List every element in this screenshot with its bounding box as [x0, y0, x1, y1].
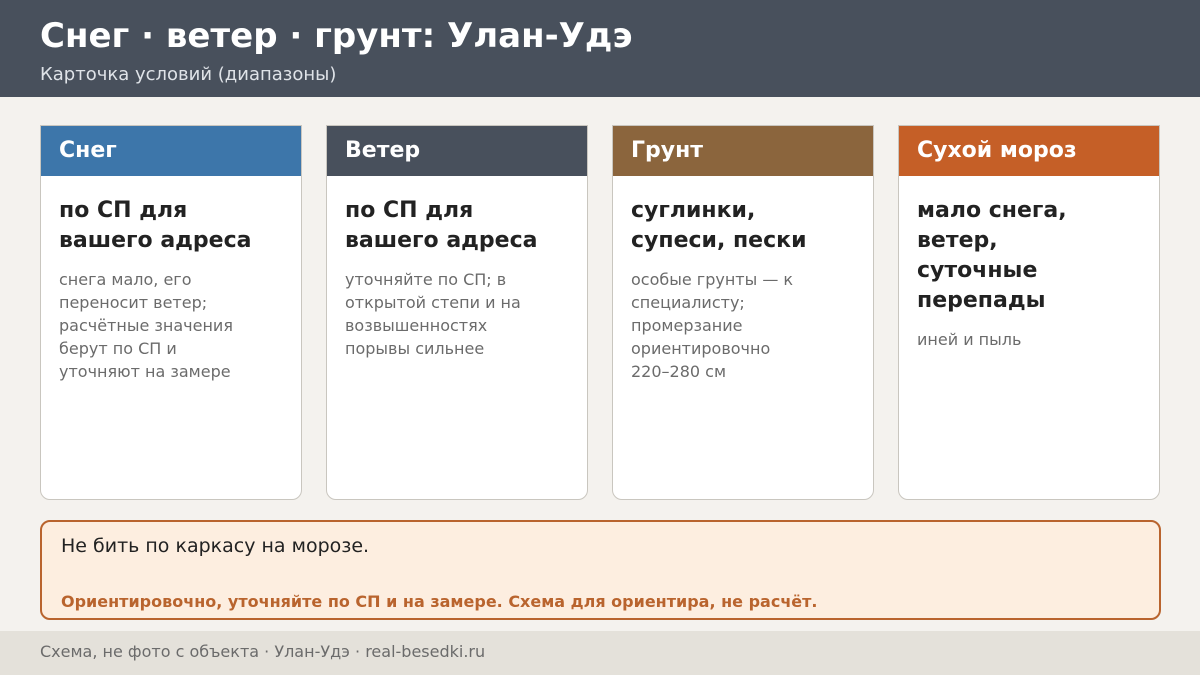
card-soil: Грунт суглинки, супеси, пески особые гру… [612, 125, 874, 500]
card-soil-label: Грунт [613, 126, 873, 176]
card-frost-headline: мало снега, ветер, суточные перепады [917, 198, 1067, 313]
header-bar: Снег · ветер · грунт: Улан-Удэ Карточка … [0, 0, 1200, 97]
card-frost-label: Сухой мороз [899, 126, 1159, 176]
page-subtitle: Карточка условий (диапазоны) [40, 64, 337, 85]
card-snow-text: снега мало, его переносит ветер; расчётн… [59, 270, 233, 381]
page-title: Снег · ветер · грунт: Улан-Удэ [40, 16, 633, 56]
footer-bar: Схема, не фото с объекта · Улан-Удэ · re… [0, 631, 1200, 675]
note-main-text: Не бить по каркасу на морозе. [61, 535, 370, 557]
card-frost: Сухой мороз мало снега, ветер, суточные … [898, 125, 1160, 500]
card-wind: Ветер по СП для вашего адреса уточняйте … [326, 125, 588, 500]
card-wind-headline: по СП для вашего адреса [345, 198, 538, 253]
card-wind-text: уточняйте по СП; в открытой степи и на в… [345, 270, 521, 358]
card-snow-label: Снег [41, 126, 301, 176]
footer-text: Схема, не фото с объекта · Улан-Удэ · re… [40, 642, 486, 661]
card-soil-text: особые грунты — к специалисту; промерзан… [631, 270, 794, 381]
note-disclaimer: Ориентировочно, уточняйте по СП и на зам… [61, 592, 818, 611]
card-snow-headline: по СП для вашего адреса [59, 198, 252, 253]
card-wind-label: Ветер [327, 126, 587, 176]
card-soil-headline: суглинки, супеси, пески [631, 198, 807, 253]
card-frost-text: иней и пыль [917, 330, 1022, 349]
card-snow: Снег по СП для вашего адреса снега мало,… [40, 125, 302, 500]
warning-note: Не бить по каркасу на морозе. Ориентиров… [40, 520, 1161, 620]
